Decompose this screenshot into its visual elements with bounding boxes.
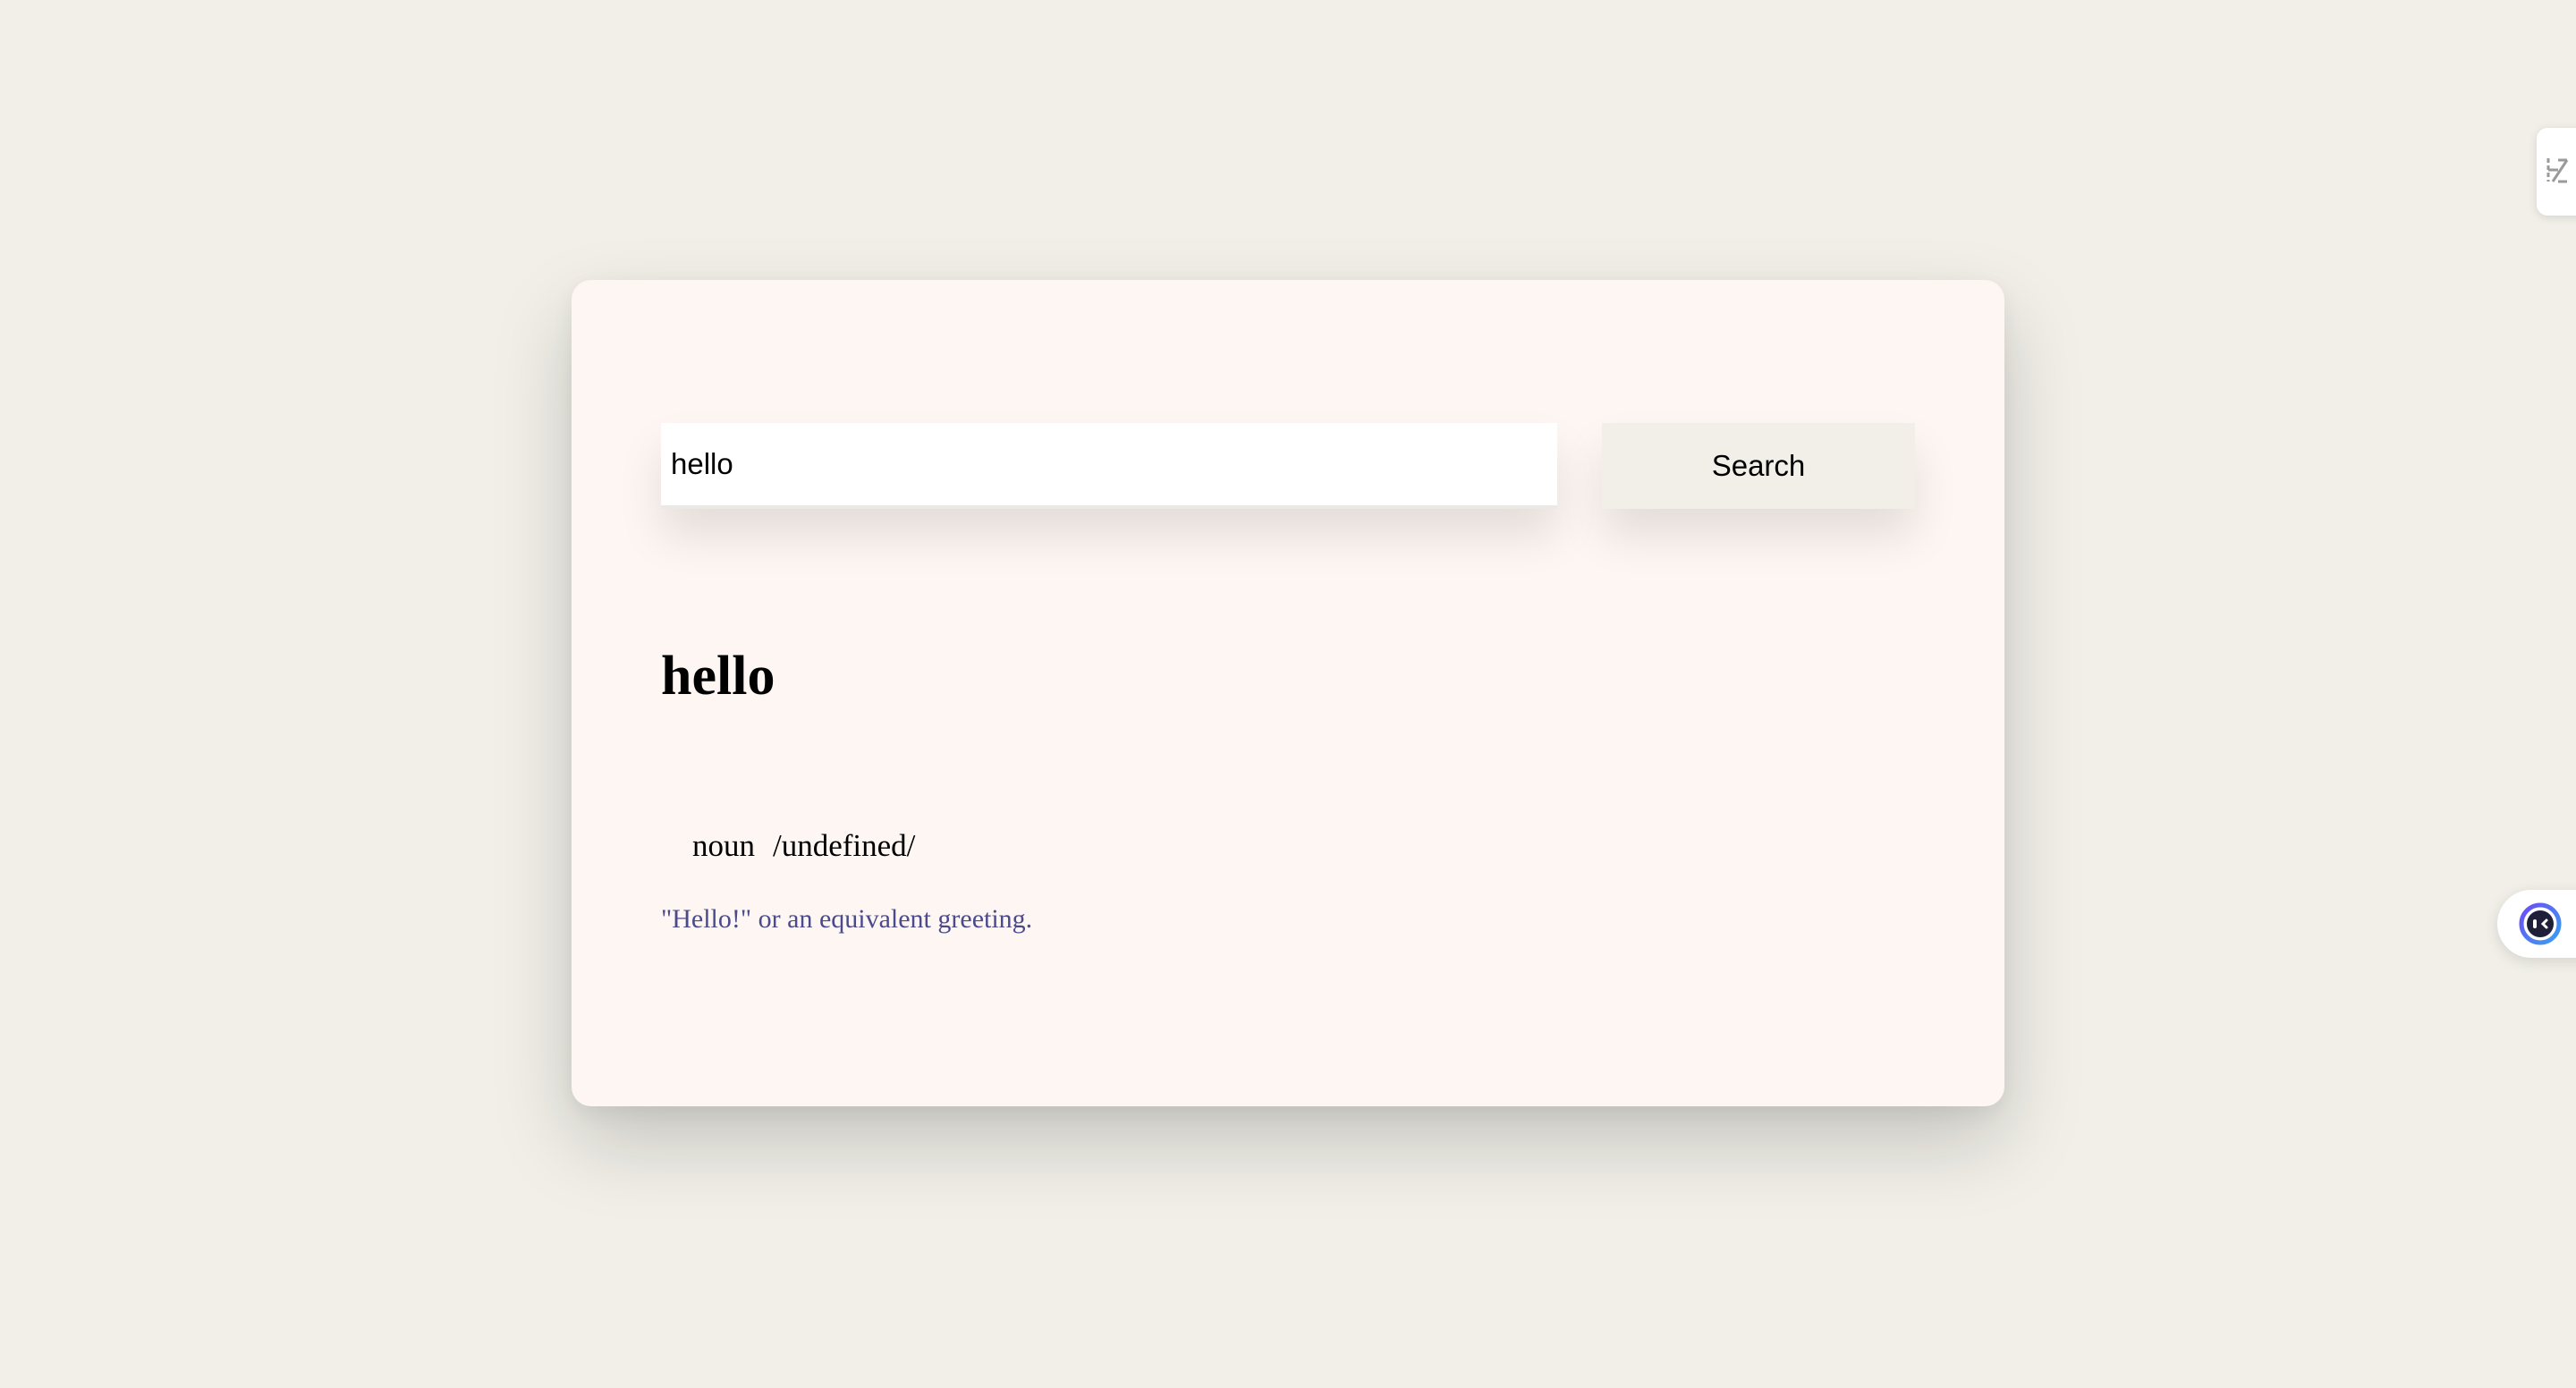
extension-side-tab[interactable]	[2537, 128, 2576, 216]
word-title: hello	[661, 646, 775, 707]
dictionary-card: Search hello noun/undefined/ "Hello!" or…	[572, 280, 2004, 1106]
assistant-floating-button[interactable]	[2497, 890, 2576, 958]
search-button[interactable]: Search	[1602, 423, 1915, 509]
phonetic: /undefined/	[773, 828, 916, 863]
part-of-speech: noun	[692, 828, 755, 863]
definition-text: "Hello!" or an equivalent greeting.	[661, 904, 1033, 934]
word-meta: noun/undefined/	[661, 799, 915, 893]
search-input[interactable]	[661, 423, 1557, 509]
